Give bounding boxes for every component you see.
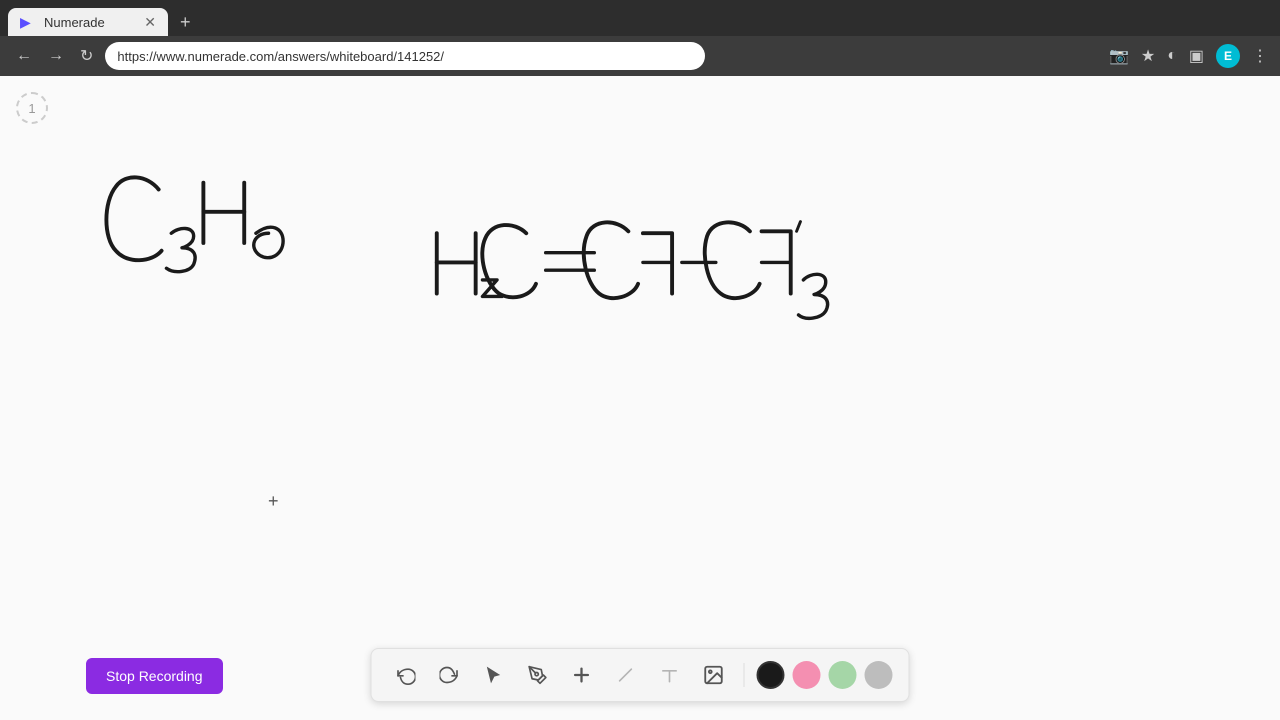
color-pink-button[interactable] xyxy=(793,661,821,689)
tab-close-button[interactable]: ✕ xyxy=(144,14,156,31)
menu-icon[interactable]: ⋮ xyxy=(1252,46,1268,66)
eraser-tool-button[interactable] xyxy=(608,657,644,693)
url-input[interactable] xyxy=(105,42,705,70)
browser-window: ▶ Numerade ✕ + ← → ↻ 📷 ★ ◐ ▣ E ⋮ 1 xyxy=(0,0,1280,720)
redo-button[interactable] xyxy=(432,657,468,693)
color-mint-button[interactable] xyxy=(829,661,857,689)
tab-title: Numerade xyxy=(44,15,105,30)
color-black-button[interactable] xyxy=(757,661,785,689)
refresh-button[interactable]: ↻ xyxy=(76,42,97,70)
page-content: 1 xyxy=(0,76,1280,720)
undo-button[interactable] xyxy=(388,657,424,693)
stop-recording-button[interactable]: Stop Recording xyxy=(86,658,223,694)
cursor-crosshair: + xyxy=(268,491,279,512)
camera-icon[interactable]: 📷 xyxy=(1109,46,1129,66)
active-tab[interactable]: ▶ Numerade ✕ xyxy=(8,8,168,36)
tab-bar: ▶ Numerade ✕ + xyxy=(0,0,1280,36)
tab-favicon: ▶ xyxy=(20,14,36,30)
user-avatar[interactable]: E xyxy=(1216,44,1240,68)
formula-canvas xyxy=(0,136,1280,700)
back-button[interactable]: ← xyxy=(12,43,36,69)
whiteboard[interactable]: 1 xyxy=(0,76,1280,720)
text-tool-button[interactable] xyxy=(652,657,688,693)
forward-button[interactable]: → xyxy=(44,43,68,69)
monitor-icon[interactable]: ▣ xyxy=(1189,46,1204,66)
extensions-icon[interactable]: ◐ xyxy=(1167,47,1177,65)
add-element-button[interactable] xyxy=(564,657,600,693)
bookmark-icon[interactable]: ★ xyxy=(1141,46,1155,66)
page-indicator: 1 xyxy=(16,92,48,124)
new-tab-button[interactable]: + xyxy=(172,8,199,36)
select-tool-button[interactable] xyxy=(476,657,512,693)
image-tool-button[interactable] xyxy=(696,657,732,693)
address-bar: ← → ↻ 📷 ★ ◐ ▣ E ⋮ xyxy=(0,36,1280,76)
pen-tool-button[interactable] xyxy=(520,657,556,693)
browser-icons: 📷 ★ ◐ ▣ E ⋮ xyxy=(1109,44,1268,68)
color-gray-button[interactable] xyxy=(865,661,893,689)
drawing-toolbar xyxy=(371,648,910,702)
toolbar-divider xyxy=(744,663,745,687)
